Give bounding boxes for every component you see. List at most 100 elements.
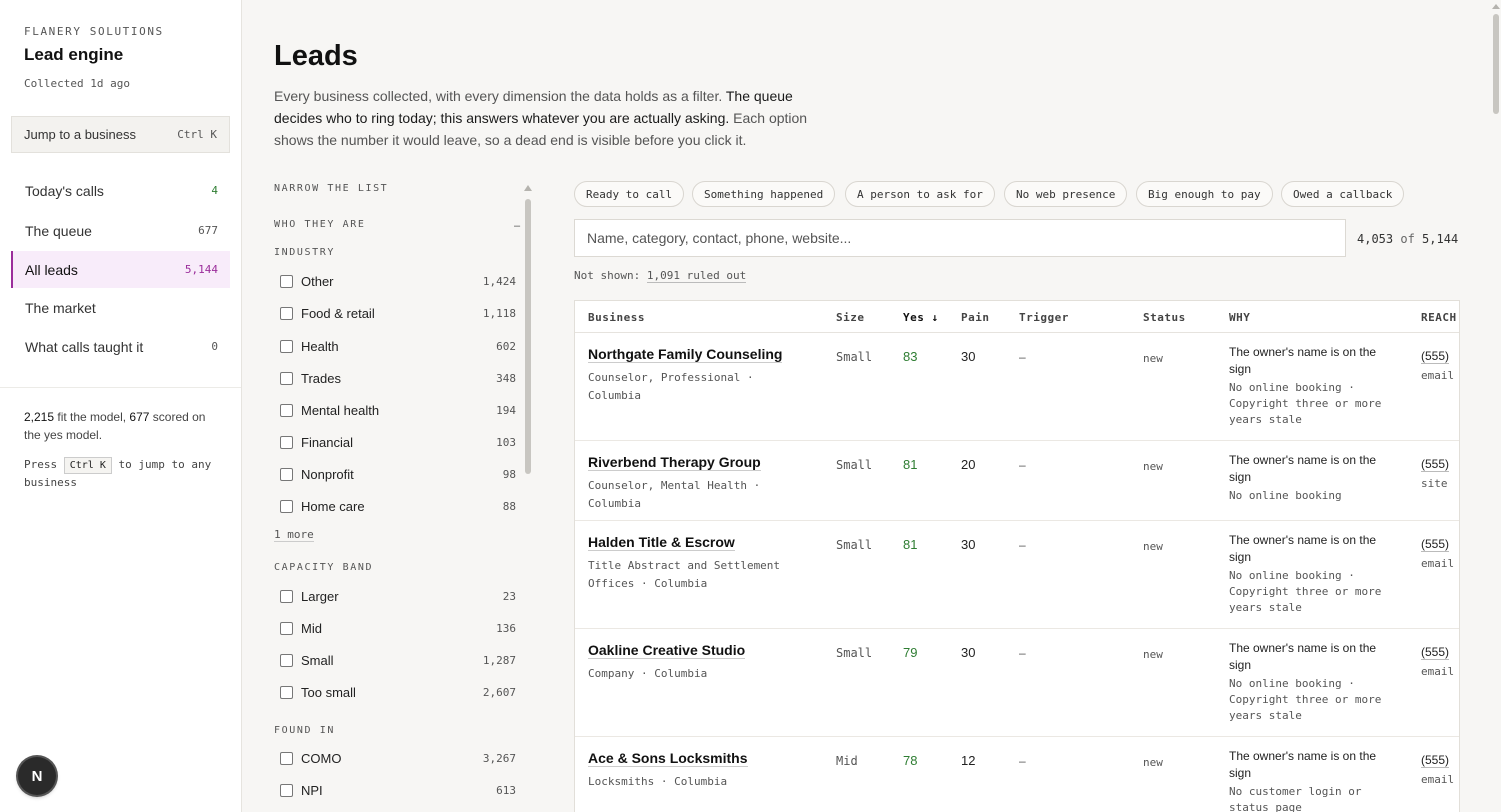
filter-option-other[interactable]: Other 1,424 [280,270,516,292]
filter-panel-heading: NARROW THE LIST [274,183,389,194]
filter-option-financial[interactable]: Financial 103 [280,431,516,453]
filter-scrollbar[interactable] [524,185,532,812]
checkbox[interactable] [280,467,293,481]
phone-link[interactable]: (555) [1421,645,1450,660]
table-row[interactable]: Halden Title & Escrow Title Abstract and… [575,521,1459,629]
table-row[interactable]: Northgate Family Counseling Counselor, P… [575,333,1459,441]
nav-item-what-calls-taught-it[interactable]: What calls taught it 0 [11,328,230,365]
why-detail: No online booking · Copyright three or m… [1229,677,1382,722]
result-total: 5,144 [1422,232,1459,246]
col-business[interactable]: Business [588,311,645,324]
business-name-link[interactable]: Riverbend Therapy Group [588,454,761,471]
phone-link[interactable]: (555) [1421,349,1450,364]
filter-option-npi[interactable]: NPI 613 [280,779,516,801]
dev-tools-badge[interactable]: N [18,757,56,795]
nav-item-todays-calls[interactable]: Today's calls 4 [11,172,230,209]
nav-item-count: 4 [211,184,218,197]
checkbox[interactable] [280,653,293,667]
filter-option-home-care[interactable]: Home care 88 [280,495,516,517]
col-trigger[interactable]: Trigger [1019,311,1069,324]
checkbox[interactable] [280,339,293,353]
checkbox[interactable] [280,621,293,635]
size-value: Mid [836,754,858,768]
filter-option-nonprofit[interactable]: Nonprofit 98 [280,463,516,485]
col-reach[interactable]: REACH [1421,311,1457,324]
col-pain[interactable]: Pain [961,311,990,324]
reach-cell: (555) site [1421,455,1459,490]
why-cell: The owner's name is on the sign No custom… [1229,748,1394,812]
filter-option-como[interactable]: COMO 3,267 [280,747,516,769]
checkbox[interactable] [280,751,293,765]
chip-owed-a-callback[interactable]: Owed a callback [1281,181,1405,207]
page-scrollbar[interactable] [1491,0,1501,812]
filter-option-count: 1,287 [482,653,516,667]
filter-option-trades[interactable]: Trades 348 [280,367,516,389]
reach-cell: (555) email [1421,535,1459,570]
filter-option-count: 1,424 [482,274,516,288]
phone-link[interactable]: (555) [1421,457,1450,472]
checkbox[interactable] [280,435,293,449]
col-status[interactable]: Status [1143,311,1186,324]
page-title: Leads [274,40,358,72]
why-cell: The owner's name is on the sign No online… [1229,344,1394,428]
checkbox[interactable] [280,589,293,603]
size-value: Small [836,646,873,660]
filter-option-label: Food & retail [301,305,375,321]
col-yes-sorted[interactable]: Yes ↓ [903,311,939,324]
col-size[interactable]: Size [836,311,865,324]
table-row[interactable]: Riverbend Therapy Group Counselor, Menta… [575,441,1459,521]
yes-score: 78 [903,753,918,768]
phone-link[interactable]: (555) [1421,753,1450,768]
org-name: FLANERY SOLUTIONS [24,25,164,38]
collapse-group-button[interactable]: – [514,220,520,232]
col-why[interactable]: WHY [1229,311,1250,324]
filter-option-too-small[interactable]: Too small 2,607 [280,681,516,703]
why-main: The owner's name is on the sign [1229,453,1377,484]
chip-a-person-to-ask-for[interactable]: A person to ask for [845,181,995,207]
checkbox[interactable] [280,371,293,385]
why-detail: No customer login or status page [1229,785,1362,812]
checkbox[interactable] [280,499,293,513]
ruled-out-link[interactable]: 1,091 ruled out [646,269,747,283]
chip-ready-to-call[interactable]: Ready to call [574,181,685,207]
filter-option-mid[interactable]: Mid 136 [280,617,516,639]
table-row[interactable]: Ace & Sons Locksmiths Locksmiths · Colum… [575,737,1459,812]
business-name-link[interactable]: Halden Title & Escrow [588,534,735,551]
fit-text: fit the model, [54,410,130,424]
filter-option-food-retail[interactable]: Food & retail 1,118 [280,302,516,324]
business-name-link[interactable]: Ace & Sons Locksmiths [588,750,748,767]
business-name-link[interactable]: Northgate Family Counseling [588,346,783,363]
filter-option-count: 602 [496,339,516,353]
chip-big-enough-to-pay[interactable]: Big enough to pay [1136,181,1273,207]
nav-item-the-queue[interactable]: The queue 677 [11,212,230,249]
industry-more-link[interactable]: 1 more [274,528,314,542]
scrollbar-thumb[interactable] [1493,14,1499,114]
chip-something-happened[interactable]: Something happened [692,181,836,207]
phone-link[interactable]: (555) [1421,537,1450,552]
fit-count: 2,215 [24,410,55,424]
reach-channel: email [1421,557,1455,570]
nav-item-all-leads[interactable]: All leads 5,144 [11,251,230,288]
shortcut-hint: Press Ctrl K to jump to any business [24,456,224,491]
why-cell: The owner's name is on the sign No online… [1229,532,1394,616]
chip-no-web-presence[interactable]: No web presence [1004,181,1128,207]
jump-label: Jump to a business [24,127,137,142]
filter-option-mental-health[interactable]: Mental health 194 [280,399,516,421]
filter-panel: NARROW THE LIST WHO THEY ARE – INDUSTRY … [274,180,524,812]
jump-to-business-button[interactable]: Jump to a business Ctrl K [11,116,230,153]
scrollbar-thumb[interactable] [525,199,531,474]
filter-option-larger[interactable]: Larger 23 [280,585,516,607]
checkbox[interactable] [280,274,293,288]
filter-option-small[interactable]: Small 1,287 [280,649,516,671]
checkbox[interactable] [280,685,293,699]
filter-option-health[interactable]: Health 602 [280,335,516,357]
nav-item-the-market[interactable]: The market [11,289,230,326]
scroll-up-arrow-icon[interactable] [1492,4,1500,9]
search-input[interactable] [587,230,1333,246]
business-name-link[interactable]: Oakline Creative Studio [588,642,746,659]
checkbox[interactable] [280,306,293,320]
scroll-up-arrow-icon[interactable] [524,185,532,191]
checkbox[interactable] [280,403,293,417]
table-row[interactable]: Oakline Creative Studio Company · Columb… [575,629,1459,737]
checkbox[interactable] [280,783,293,797]
